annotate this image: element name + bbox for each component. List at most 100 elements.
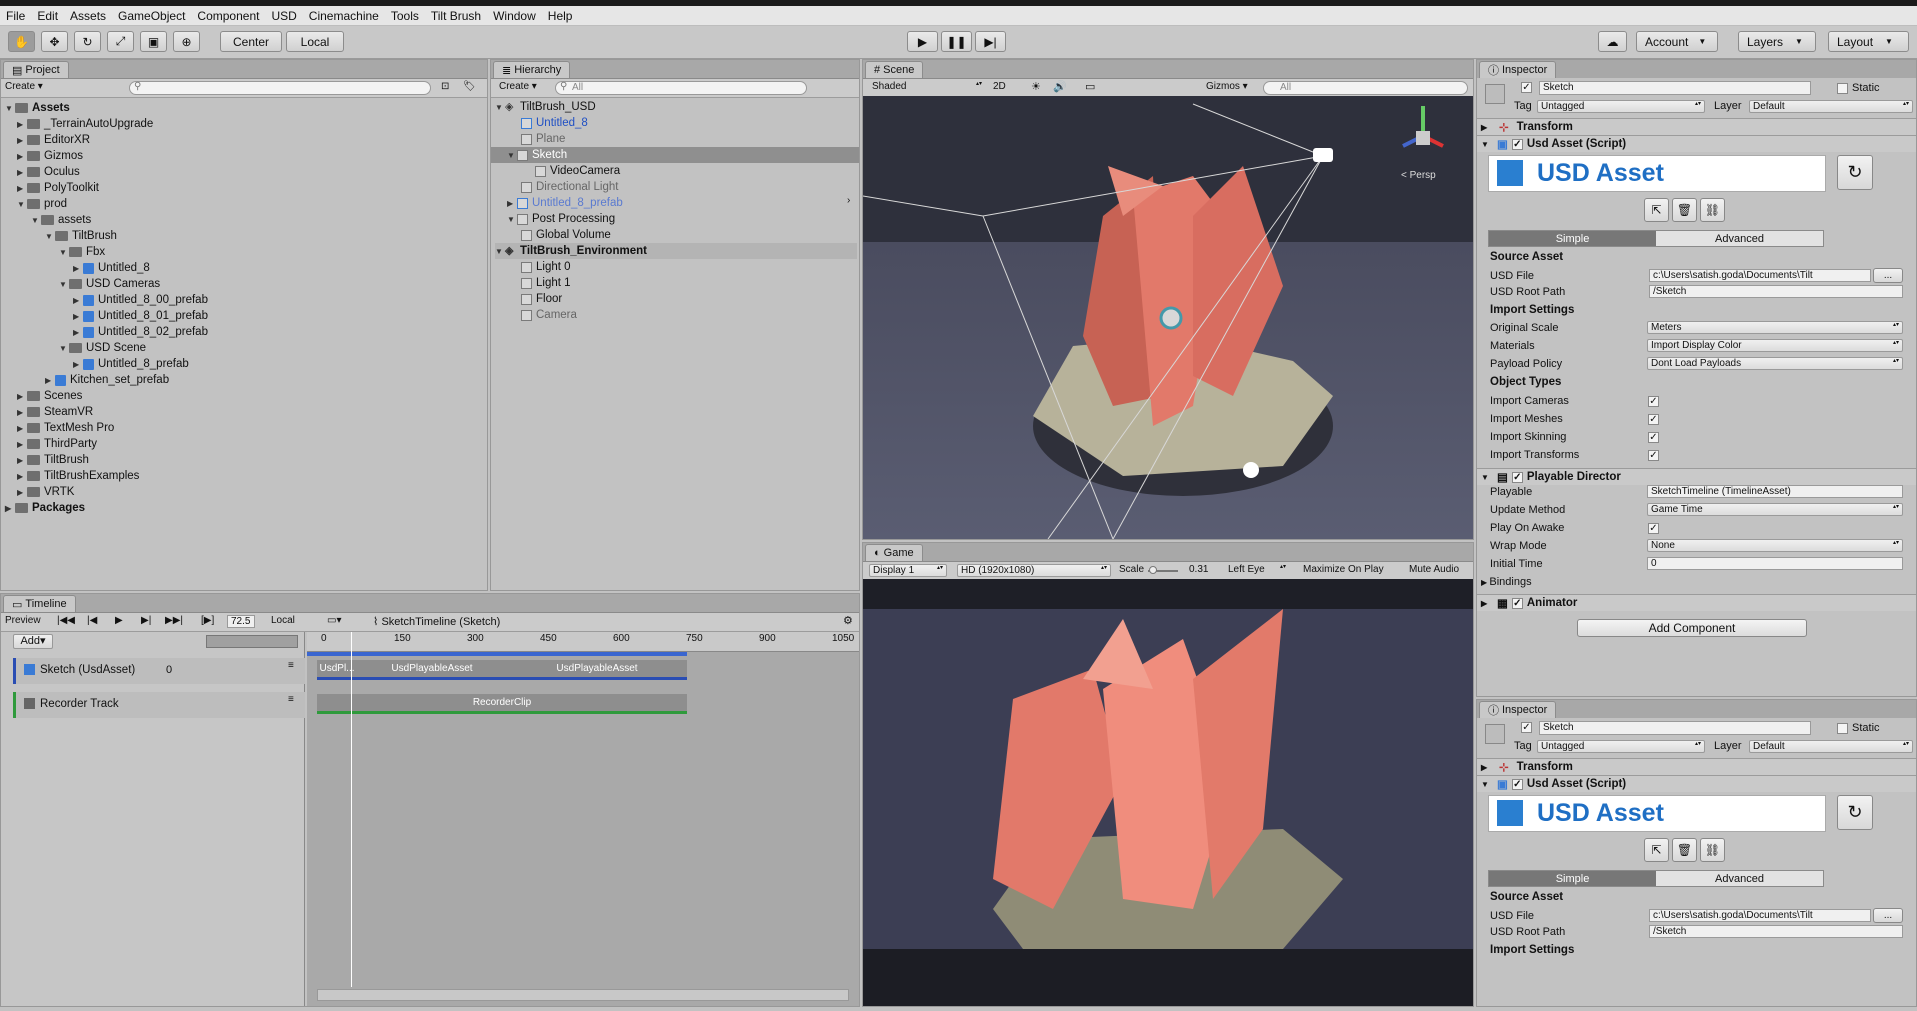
account-dropdown[interactable]: Account ▼	[1636, 31, 1718, 52]
expand-arrow-icon[interactable]: ▼	[507, 215, 517, 224]
play-icon[interactable]: ▶	[115, 615, 123, 626]
refresh-button[interactable]: ↻	[1837, 155, 1873, 190]
tree-item[interactable]: ▶ ThirdParty	[17, 436, 97, 452]
track-filter-buttons[interactable]	[206, 635, 298, 648]
expand-arrow-icon[interactable]: ▶	[17, 456, 27, 465]
tree-item[interactable]: ▶ Oculus	[17, 164, 80, 180]
hand-tool-icon[interactable]: ✋	[8, 31, 35, 52]
expand-arrow-icon[interactable]: ▶	[73, 312, 83, 321]
tree-item[interactable]: ▶ PolyToolkit	[17, 180, 99, 196]
expand-arrow-icon[interactable]: ▶	[507, 199, 517, 208]
tree-item[interactable]: ▶ TiltBrushExamples	[17, 468, 139, 484]
project-search-input[interactable]	[129, 81, 431, 95]
hierarchy-search-input[interactable]: All	[555, 81, 807, 95]
tree-item[interactable]: ▶ TextMesh Pro	[17, 420, 114, 436]
track-header-sketch[interactable]: Sketch (UsdAsset) 0 ≡	[13, 658, 305, 684]
lighting-toggle-icon[interactable]: ☀	[1031, 80, 1041, 93]
scale-tool-icon[interactable]: ⤢	[107, 31, 134, 52]
expand-arrow-icon[interactable]: ▶	[17, 440, 27, 449]
component-usd-asset[interactable]: ▼ ▣ ✓ Usd Asset (Script)	[1477, 775, 1916, 792]
component-transform[interactable]: ▶ ⊹ Transform	[1477, 118, 1916, 135]
maximize-on-play-toggle[interactable]: Maximize On Play	[1303, 564, 1384, 575]
payload-policy-dropdown[interactable]: Dont Load Payloads	[1647, 357, 1903, 370]
import-button[interactable]: ⇱	[1644, 838, 1669, 862]
expand-arrow-icon[interactable]: ▶	[45, 376, 55, 385]
tree-item[interactable]: ▼ USD Scene	[59, 340, 146, 356]
static-checkbox[interactable]	[1837, 83, 1848, 94]
expand-arrow-icon[interactable]: ▶	[17, 120, 27, 129]
add-track-button[interactable]: Add▾	[13, 634, 53, 649]
menu-component[interactable]: Component	[191, 9, 265, 23]
next-frame-icon[interactable]: ▶|	[141, 615, 151, 626]
tree-item[interactable]: ▼ USD Cameras	[59, 276, 160, 292]
add-component-button[interactable]: Add Component	[1577, 619, 1807, 637]
simple-tab[interactable]: Simple	[1489, 231, 1656, 246]
hierarchy-item[interactable]: Light 1	[521, 275, 571, 291]
tab-timeline[interactable]: ▭ Timeline	[3, 595, 76, 612]
expand-arrow-icon[interactable]: ▶	[73, 328, 83, 337]
play-range-icon[interactable]: [▶]	[201, 615, 214, 626]
component-animator[interactable]: ▶ ▦ ✓ Animator	[1477, 594, 1916, 611]
timeline-selector-icon[interactable]: ▭▾	[327, 615, 341, 626]
tree-item[interactable]: ▶ _TerrainAutoUpgrade	[17, 116, 153, 132]
shading-mode-dropdown[interactable]: Shaded	[869, 81, 985, 94]
expand-arrow-icon[interactable]: ▼	[5, 104, 15, 113]
tab-project[interactable]: ▤ Project	[3, 61, 69, 78]
jump-start-icon[interactable]: |◀◀	[57, 615, 75, 626]
gizmos-dropdown[interactable]: Gizmos ▾	[1206, 81, 1248, 92]
pause-button[interactable]: ❚❚	[941, 31, 972, 52]
advanced-tab[interactable]: Advanced	[1656, 871, 1823, 886]
expand-arrow-icon[interactable]: ▶	[73, 264, 83, 273]
layout-dropdown[interactable]: Layout ▼	[1828, 31, 1909, 52]
layers-dropdown[interactable]: Layers ▼	[1738, 31, 1816, 52]
tree-item[interactable]: ▶ SteamVR	[17, 404, 93, 420]
tree-item[interactable]: ▶ Untitled_8_prefab	[73, 356, 189, 372]
import-skinning-checkbox[interactable]: ✓	[1648, 432, 1659, 443]
expand-arrow-icon[interactable]: ▶	[17, 424, 27, 433]
static-checkbox[interactable]	[1837, 723, 1848, 734]
expand-arrow-icon[interactable]: ▶	[1481, 123, 1493, 132]
refresh-button[interactable]: ↻	[1837, 795, 1873, 830]
expand-arrow-icon[interactable]: ▶	[17, 152, 27, 161]
delete-button[interactable]: 🗑	[1672, 198, 1697, 222]
expand-arrow-icon[interactable]: ▼	[1481, 780, 1493, 789]
hierarchy-item[interactable]: Global Volume	[521, 227, 611, 243]
timeline-scrollbar[interactable]	[317, 989, 849, 1001]
jump-end-icon[interactable]: ▶▶|	[165, 615, 183, 626]
timeline-clip[interactable]: UsdPlayableAsset	[357, 660, 507, 680]
wrap-mode-dropdown[interactable]: None	[1647, 539, 1903, 552]
project-create-button[interactable]: Create ▾	[5, 81, 43, 92]
menu-assets[interactable]: Assets	[64, 9, 112, 23]
menu-usd[interactable]: USD	[265, 9, 302, 23]
tree-item[interactable]: ▼ assets	[31, 212, 91, 228]
expand-arrow-icon[interactable]: ▼	[59, 280, 69, 289]
pivot-local-button[interactable]: Local	[286, 31, 344, 52]
tree-item[interactable]: ▼ prod	[17, 196, 67, 212]
component-enabled-checkbox[interactable]: ✓	[1511, 138, 1523, 150]
expand-arrow-icon[interactable]: ▼	[31, 216, 41, 225]
track-menu-icon[interactable]: ≡	[288, 660, 294, 671]
component-playable-director[interactable]: ▼ ▤ ✓ Playable Director	[1477, 468, 1916, 485]
projection-label[interactable]: < Persp	[1401, 170, 1436, 181]
timeline-clip[interactable]: UsdPlayableAsset	[507, 660, 687, 680]
transform-tool-icon[interactable]: ⊕	[173, 31, 200, 52]
track-header-recorder[interactable]: Recorder Track ≡	[13, 692, 305, 718]
expand-arrow-icon[interactable]: ▼	[507, 151, 517, 160]
eye-dropdown[interactable]: Left Eye	[1225, 564, 1289, 577]
component-enabled-checkbox[interactable]: ✓	[1511, 471, 1523, 483]
rotate-tool-icon[interactable]: ↻	[74, 31, 101, 52]
import-transforms-checkbox[interactable]: ✓	[1648, 450, 1659, 461]
component-usd-asset[interactable]: ▼ ▣ ✓ Usd Asset (Script)	[1477, 135, 1916, 152]
cloud-icon[interactable]: ☁	[1598, 31, 1627, 52]
object-name-field[interactable]: Sketch	[1539, 721, 1811, 735]
import-meshes-checkbox[interactable]: ✓	[1648, 414, 1659, 425]
hierarchy-item-sketch[interactable]: ▼ Sketch	[507, 147, 567, 163]
expand-arrow-icon[interactable]: ▼	[1481, 140, 1493, 149]
tree-item-packages[interactable]: ▶ Packages	[5, 500, 85, 516]
hierarchy-create-button[interactable]: Create ▾	[499, 81, 537, 92]
detach-button[interactable]: ⛓	[1700, 838, 1725, 862]
filter-label-icon[interactable]: 🏷	[463, 81, 476, 92]
menu-window[interactable]: Window	[487, 9, 542, 23]
root-path-field[interactable]: /Sketch	[1649, 925, 1903, 938]
browse-button[interactable]: ...	[1873, 908, 1903, 923]
